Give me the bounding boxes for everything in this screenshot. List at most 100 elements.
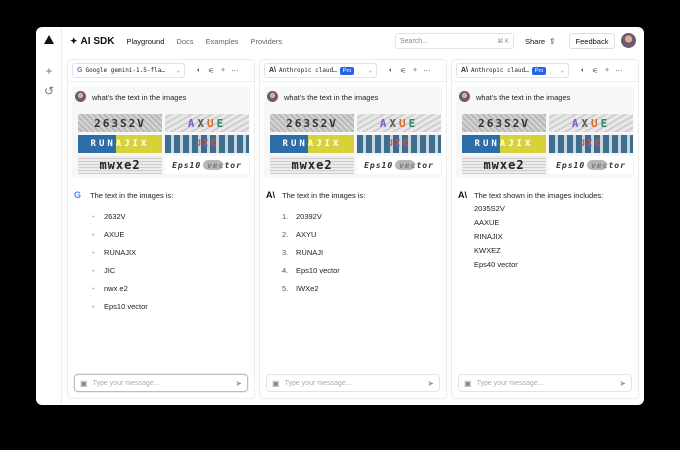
list-item: 2035S2V [474,204,505,213]
captcha-image: AXUE [549,114,633,132]
user-avatar[interactable] [621,33,636,48]
message-input[interactable] [92,379,236,387]
app-window: + ↺ ✦ AI SDK Playground Docs Examples Pr… [36,27,644,405]
sync-icon[interactable]: ◐ [193,67,205,75]
list-item: Eps10 vector [90,302,148,311]
plus-icon[interactable]: + [43,65,55,77]
captcha-image: RUNAJIX [270,135,354,153]
image-attach-icon[interactable]: ▣ [80,379,88,388]
pro-badge: Pro [339,66,355,75]
list-item: AAXUE [474,218,500,227]
list-item: 3. RUNAJI [282,248,324,257]
message-input[interactable] [284,379,428,387]
settings-sliders-icon[interactable]: ⚟ [589,67,601,75]
captcha-image: AXUE [165,114,249,132]
panel-header: G Google gemini-1.5-fla… ⌄ ◐ ⚟ + ⋯ [68,60,254,82]
captcha-image: RUNAJIX [78,135,162,153]
search-placeholder: Search... [400,37,429,45]
captcha-images: 263S2V AXUE RUNAJIX JIC mwxe2 Eps10 vect… [462,114,633,174]
chevron-down-icon: ⌄ [176,67,180,74]
user-avatar-small [75,91,86,102]
pro-badge: Pro [531,66,547,75]
message-input-bar: ▣ ➤ [266,374,440,392]
model-name: Google gemini-1.5-fla… [85,67,165,74]
captcha-image: 263S2V [462,114,546,132]
add-panel-icon[interactable]: + [217,67,229,75]
anthropic-icon: A\ [461,67,468,74]
feedback-button[interactable]: Feedback [569,33,615,49]
captcha-image: AXUE [357,114,441,132]
list-item: 1. 20392V [282,212,322,221]
vercel-logo-icon[interactable] [44,35,54,44]
sparkle-icon: ✦ [70,35,78,46]
chat-panel-1: G Google gemini-1.5-fla… ⌄ ◐ ⚟ + ⋯ what'… [67,59,255,399]
nav-examples[interactable]: Examples [206,37,239,46]
model-selector[interactable]: G Google gemini-1.5-fla… ⌄ [72,63,185,78]
captcha-image: 263S2V [270,114,354,132]
list-item: nwx e2 [90,284,148,293]
sync-icon[interactable]: ◐ [577,67,589,75]
response-list: 2035S2V AAXUE RINAJIX KWXEZ Eps40 vector [474,204,518,274]
send-icon[interactable]: ➤ [427,379,434,388]
panel-tools: ◐ ⚟ + ⋯ [193,67,241,75]
panel-tools: ◐ ⚟ + ⋯ [385,67,433,75]
add-panel-icon[interactable]: + [409,67,421,75]
nav-playground[interactable]: Playground [126,37,164,46]
more-icon[interactable]: ⋯ [613,67,625,75]
response-list: 1. 20392V 2. AXYU 3. RUNAJI 4. Eps10 vector … [282,212,340,302]
list-item: RINAJIX [474,232,503,241]
user-prompt: what's the text in the images [92,93,187,102]
captcha-image: Eps10 vector [165,156,249,174]
chat-panel-2: A\ Anthropic claud… Pro ⌄ ◐ ⚟ + ⋯ what's… [259,59,447,399]
search-box[interactable]: Search... ⌘ K [395,33,514,49]
more-icon[interactable]: ⋯ [421,67,433,75]
response-list: 2632V AXUE RUNAJIX JIC nwx e2 Eps10 vect… [90,212,148,320]
brand[interactable]: ✦ AI SDK [70,36,114,47]
list-item: KWXEZ [474,246,501,255]
captcha-image: JIC [357,135,441,153]
model-selector[interactable]: A\ Anthropic claud… Pro ⌄ [456,63,569,78]
settings-sliders-icon[interactable]: ⚟ [205,67,217,75]
user-message: what's the text in the images 263S2V AXU… [264,86,442,178]
send-icon[interactable]: ➤ [619,379,626,388]
brand-name: AI SDK [80,35,115,47]
add-panel-icon[interactable]: + [601,67,613,75]
panel-header: A\ Anthropic claud… Pro ⌄ ◐ ⚟ + ⋯ [260,60,446,82]
list-item: Eps40 vector [474,260,518,269]
captcha-image: mwxe2 [78,156,162,174]
more-icon[interactable]: ⋯ [229,67,241,75]
google-icon: G [74,190,82,200]
captcha-image: JIC [549,135,633,153]
sync-icon[interactable]: ◐ [385,67,397,75]
search-shortcut: ⌘ K [497,38,509,45]
user-avatar-small [459,91,470,102]
captcha-image: 263S2V [78,114,162,132]
image-attach-icon[interactable]: ▣ [272,379,280,388]
chevron-down-icon: ⌄ [560,67,564,74]
history-icon[interactable]: ↺ [43,85,55,97]
list-item: RUNAJIX [90,248,148,257]
message-input[interactable] [476,379,620,387]
captcha-image: JIC [165,135,249,153]
model-name: Anthropic claud… [471,67,529,74]
anthropic-icon: A\ [458,190,467,200]
chevron-down-icon: ⌄ [368,67,372,74]
message-input-bar: ▣ ➤ [458,374,632,392]
user-message: what's the text in the images 263S2V AXU… [456,86,634,178]
settings-sliders-icon[interactable]: ⚟ [397,67,409,75]
nav-docs[interactable]: Docs [176,37,193,46]
captcha-images: 263S2V AXUE RUNAJIX JIC mwxe2 Eps10 vect… [270,114,441,174]
anthropic-icon: A\ [269,67,276,74]
send-icon[interactable]: ➤ [235,379,242,388]
model-selector[interactable]: A\ Anthropic claud… Pro ⌄ [264,63,377,78]
google-icon: G [77,67,83,74]
image-attach-icon[interactable]: ▣ [464,379,472,388]
list-item: JIC [90,266,148,275]
user-message: what's the text in the images 263S2V AXU… [72,86,250,178]
panel-tools: ◐ ⚟ + ⋯ [577,67,625,75]
captcha-image: mwxe2 [462,156,546,174]
share-button[interactable]: Share ⇪ [521,33,560,49]
nav-providers[interactable]: Providers [250,37,282,46]
panel-header: A\ Anthropic claud… Pro ⌄ ◐ ⚟ + ⋯ [452,60,638,82]
share-label: Share [525,36,546,46]
